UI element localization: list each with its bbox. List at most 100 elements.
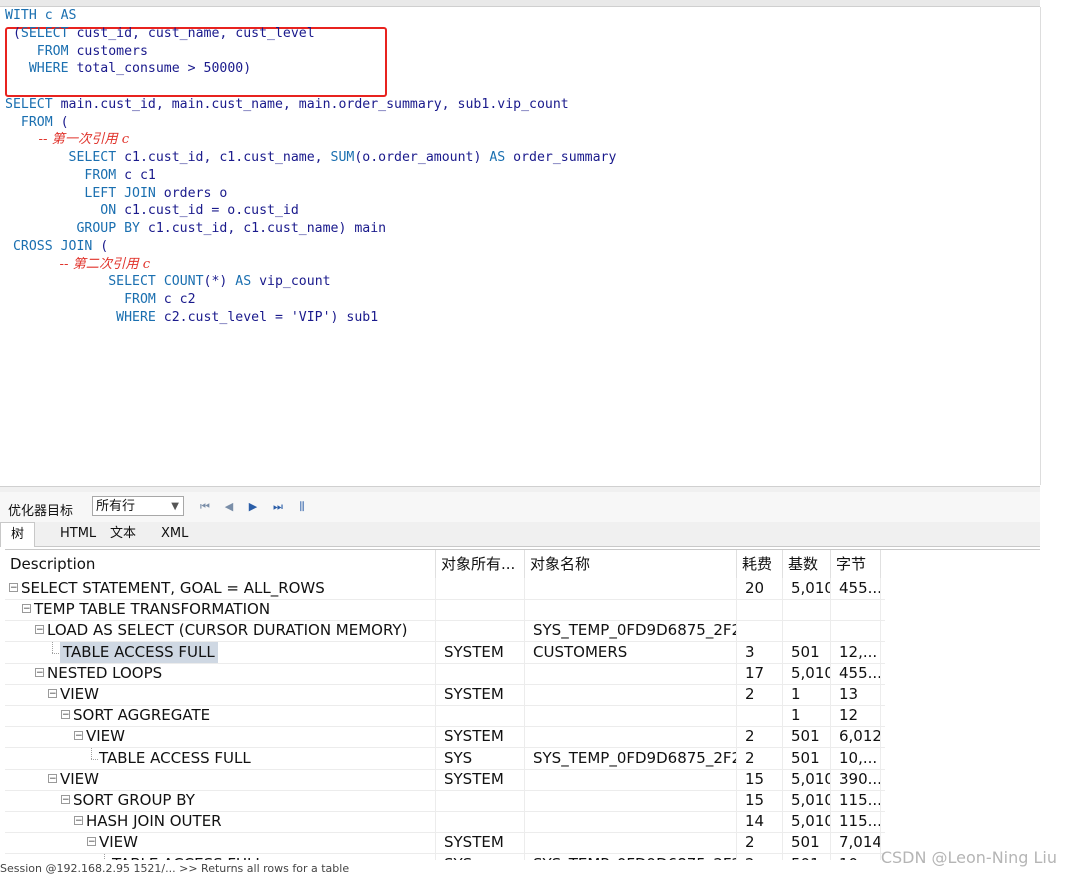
collapse-toggle-icon[interactable]: − [35,667,44,677]
cell-cardinality: 5,010 [783,790,831,811]
plan-operation: LOAD AS SELECT (CURSOR DURATION MEMORY) [47,621,408,640]
optimizer-goal-select[interactable]: 所有行 ▼ [92,496,184,516]
table-row[interactable]: TABLE ACCESS FULL SYSTEM CUSTOMERS 3 501 12,.… [5,641,885,664]
tree-connector [52,641,53,653]
plan-operation: VIEW [60,685,99,703]
table-row[interactable]: − SORT GROUP BY 15 5,010 115... [5,790,885,812]
grid-header: Description 对象所有... 对象名称 耗费 基数 字节 [5,550,885,578]
code-text: c c2 [155,292,196,307]
table-row[interactable]: − LOAD AS SELECT (CURSOR DURATION MEMORY)… [5,620,885,643]
table-row[interactable]: − TEMP TABLE TRANSFORMATION [5,599,885,622]
code-keyword: SELECT [5,274,156,290]
code-line: -- 第二次引用 c [5,256,150,274]
table-row[interactable]: − VIEW SYSTEM 2 501 6,012 [5,726,885,749]
cell-bytes [831,599,881,621]
cell-bytes: 10,... [831,853,881,860]
plan-operation: SORT GROUP BY [73,791,195,809]
code-line: FROM c c1 [5,167,155,185]
next-icon[interactable]: ▶ [246,500,260,514]
code-line: ON c1.cust_id = o.cust_id [5,202,299,220]
table-row[interactable]: − SORT AGGREGATE 1 12 [5,705,885,728]
cell-cardinality: 5,010 [783,768,831,790]
col-bytes[interactable]: 字节 [831,550,881,578]
cell-owner [436,811,525,833]
collapse-toggle-icon[interactable]: − [48,773,57,783]
cell-description: − SELECT STATEMENT, GOAL = ALL_ROWS [5,578,436,599]
collapse-toggle-icon[interactable]: − [74,731,83,741]
sql-editor[interactable]: WITH c AS (SELECT cust_id, cust_name, cu… [0,7,1041,485]
cell-cardinality: 501 [783,641,831,663]
tree-connector [104,853,105,860]
cell-cost [737,620,783,642]
collapse-toggle-icon[interactable]: − [9,583,18,593]
cell-cardinality: 501 [783,726,831,748]
cell-cost: 14 [737,811,783,833]
cell-bytes: 115... [831,790,881,811]
cell-cardinality: 501 [783,747,831,769]
collapse-toggle-icon[interactable]: − [61,795,70,805]
cell-owner: SYS [436,853,525,860]
last-icon[interactable]: ⏭ [271,500,285,514]
cell-bytes: 115... [831,811,881,833]
execution-plan-grid[interactable]: Description 对象所有... 对象名称 耗费 基数 字节 − SELEC… [5,549,1040,860]
table-row[interactable]: − VIEW SYSTEM 2 501 7,014 [5,832,885,855]
tree-connector [91,747,92,759]
collapse-toggle-icon[interactable]: − [22,604,31,614]
tab-text[interactable]: 文本 [100,522,146,546]
col-cardinality[interactable]: 基数 [783,550,831,578]
first-icon[interactable]: ⏮ [198,500,212,514]
tab-html[interactable]: HTML [50,522,106,546]
cell-object-name [525,790,737,811]
table-row[interactable]: − HASH JOIN OUTER 14 5,010 115... [5,811,885,834]
optimizer-goal-value: 所有行 [96,499,136,514]
table-row[interactable]: − VIEW SYSTEM 2 1 13 [5,684,885,706]
cell-cardinality: 1 [783,684,831,705]
plan-operation: VIEW [99,833,138,852]
cell-owner: SYS [436,747,525,769]
code-text: main.cust_id, main.cust_name, main.order… [52,96,569,112]
previous-icon[interactable]: ◀ [222,500,236,514]
col-description[interactable]: Description [5,550,436,578]
table-row[interactable]: TABLE ACCESS FULL SYSSYS_TEMP_0FD9D6875_2… [5,853,885,860]
code-text: total_consume > 50000) [68,61,252,77]
collapse-toggle-icon[interactable]: − [87,837,96,847]
table-row[interactable]: − VIEW SYSTEM 15 5,010 390... [5,768,885,791]
code-keyword: FROM [5,292,156,307]
code-keyword: GROUP BY [5,221,140,236]
table-row[interactable]: − SELECT STATEMENT, GOAL = ALL_ROWS 20 5,01… [5,578,885,600]
collapse-toggle-icon[interactable]: − [48,689,57,699]
cell-description: − LOAD AS SELECT (CURSOR DURATION MEMORY) [5,620,436,642]
plan-operation: TABLE ACCESS FULL [99,748,251,767]
table-row[interactable]: TABLE ACCESS FULL SYSSYS_TEMP_0FD9D6875_2… [5,747,885,770]
cell-cost: 2 [737,853,783,860]
plan-operation: NESTED LOOPS [47,663,163,682]
col-object-owner[interactable]: 对象所有... [436,550,525,578]
collapse-toggle-icon[interactable]: − [61,710,70,720]
collapse-toggle-icon[interactable]: − [74,816,83,826]
tab-xml[interactable]: XML [151,522,198,546]
optimizer-goal-label: 优化器目标 [8,504,74,519]
cell-description: − HASH JOIN OUTER [5,811,436,833]
cell-owner [436,578,525,599]
table-row[interactable]: − NESTED LOOPS 17 5,010 455... [5,662,885,685]
cell-owner [436,790,525,811]
cell-object-name [525,726,737,748]
cell-cardinality: 5,010 [783,578,831,599]
code-text: ( [5,25,21,41]
plan-operation: HASH JOIN OUTER [86,812,222,831]
col-cost[interactable]: 耗费 [737,550,783,578]
top-tab-strip [0,0,1040,7]
columns-settings-icon[interactable]: ⫼ [295,500,309,514]
code-line: (SELECT cust_id, cust_name, cust_level [5,25,315,43]
code-line: SELECT c1.cust_id, c1.cust_name, SUM(o.o… [5,149,617,167]
plan-view-tabs: 树 HTML 文本 XML [0,522,1040,547]
collapse-toggle-icon[interactable]: − [35,625,44,635]
code-line: WHERE c2.cust_level = 'VIP') sub1 [5,309,378,327]
tree-connector [91,758,98,760]
cell-object-name [525,768,737,790]
plan-operation: TEMP TABLE TRANSFORMATION [34,600,271,619]
tab-tree[interactable]: 树 [0,522,36,547]
col-object-name[interactable]: 对象名称 [525,550,737,578]
code-text: c2.cust_level = 'VIP') sub1 [155,309,379,325]
cell-cost: 2 [737,747,783,769]
